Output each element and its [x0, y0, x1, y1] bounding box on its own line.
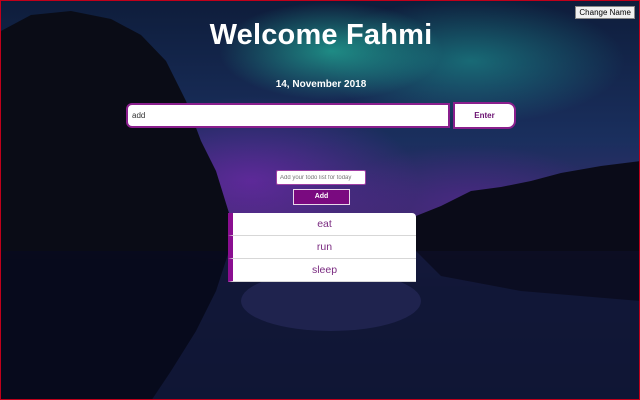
search-input[interactable] [126, 103, 450, 128]
todo-item[interactable]: sleep [228, 259, 416, 282]
todo-input[interactable] [276, 170, 366, 185]
enter-button[interactable]: Enter [453, 102, 516, 129]
change-name-button[interactable]: Change Name [575, 6, 635, 19]
todo-list: eat run sleep [228, 213, 416, 282]
add-todo-button[interactable]: Add [293, 189, 350, 205]
current-date: 14, November 2018 [275, 79, 367, 90]
welcome-title: Welcome Fahmi [209, 19, 433, 51]
app-window: Change Name Welcome Fahmi 14, November 2… [0, 0, 640, 400]
todo-item[interactable]: run [228, 236, 416, 259]
todo-item[interactable]: eat [228, 213, 416, 236]
